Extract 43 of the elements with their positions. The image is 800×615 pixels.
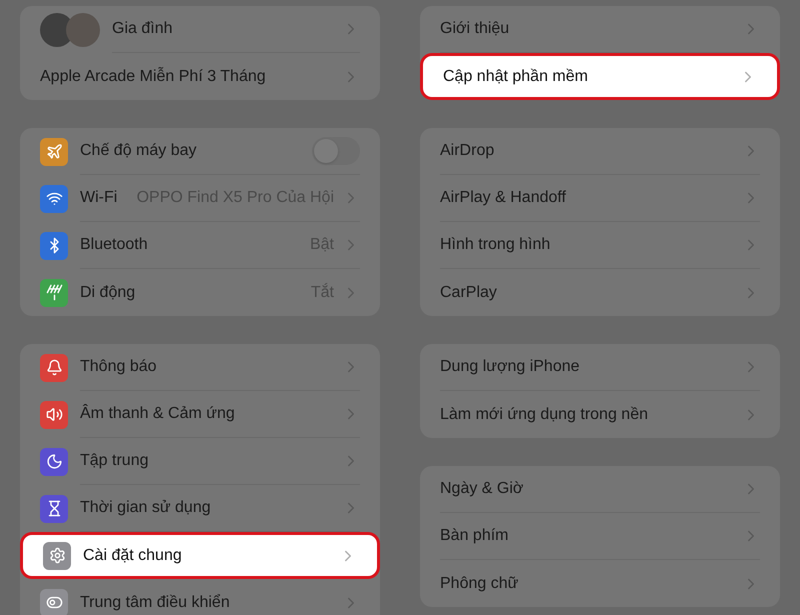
row-label: Cài đặt chung (83, 546, 183, 566)
settings-row[interactable]: Hình trong hình (428, 222, 772, 269)
settings-row[interactable]: Làm mới ứng dụng trong nền (428, 391, 772, 438)
settings-row[interactable]: Âm thanh & Cảm ứng (28, 391, 372, 438)
settings-row[interactable]: Chế độ máy bay (28, 128, 372, 175)
settings-row[interactable]: Trung tâm điều khiển (28, 579, 372, 615)
row-label: Gia đình (112, 19, 174, 39)
row-label: Bàn phím (440, 526, 510, 546)
row-label: Thời gian sử dụng (80, 498, 212, 518)
row-label: Bluetooth (80, 235, 149, 255)
settings-row[interactable]: AirDrop (428, 128, 772, 175)
settings-row[interactable]: Thông báo (28, 344, 372, 391)
row-label: Hình trong hình (440, 235, 552, 255)
settings-row[interactable]: Dung lượng iPhone (428, 344, 772, 391)
row-label: Cập nhật phần mềm (443, 66, 589, 86)
row-label: Giới thiệu (440, 19, 510, 39)
settings-row[interactable]: Apple Arcade Miễn Phí 3 Tháng (28, 53, 372, 100)
row-label: Trung tâm điều khiển (80, 592, 231, 612)
avatar-group-icon (40, 12, 100, 46)
settings-row[interactable]: AirPlay & Handoff (428, 175, 772, 222)
settings-row[interactable]: Bàn phím (428, 513, 772, 560)
row-label: Tập trung (80, 451, 150, 471)
row-label: Chế độ máy bay (80, 141, 198, 161)
row-label: Di động (80, 282, 136, 302)
row-label: Làm mới ứng dụng trong nền (440, 404, 649, 424)
settings-row[interactable]: CarPlay (428, 269, 772, 316)
row-label: Wi-Fi (80, 188, 118, 208)
settings-row[interactable]: Gia đình (28, 6, 372, 53)
settings-row[interactable]: Phông chữ (428, 560, 772, 607)
row-label: Phông chữ (440, 574, 520, 594)
highlighted-settings-row[interactable]: Cài đặt chung (20, 532, 380, 579)
row-label: Thông báo (80, 357, 158, 377)
row-label: Dung lượng iPhone (440, 357, 581, 377)
settings-row[interactable]: Ngày & Giờ (428, 466, 772, 513)
highlighted-settings-row[interactable]: Cập nhật phần mềm (420, 53, 780, 100)
row-label: Ngày & Giờ (440, 479, 524, 499)
row-label: Âm thanh & Cảm ứng (80, 403, 236, 424)
settings-row[interactable]: Tập trung (28, 438, 372, 485)
toggle-switch[interactable] (312, 137, 360, 165)
row-label: Apple Arcade Miễn Phí 3 Tháng (40, 66, 267, 86)
row-label: CarPlay (440, 282, 498, 302)
row-label: AirPlay & Handoff (440, 188, 567, 208)
row-label: AirDrop (440, 141, 496, 161)
